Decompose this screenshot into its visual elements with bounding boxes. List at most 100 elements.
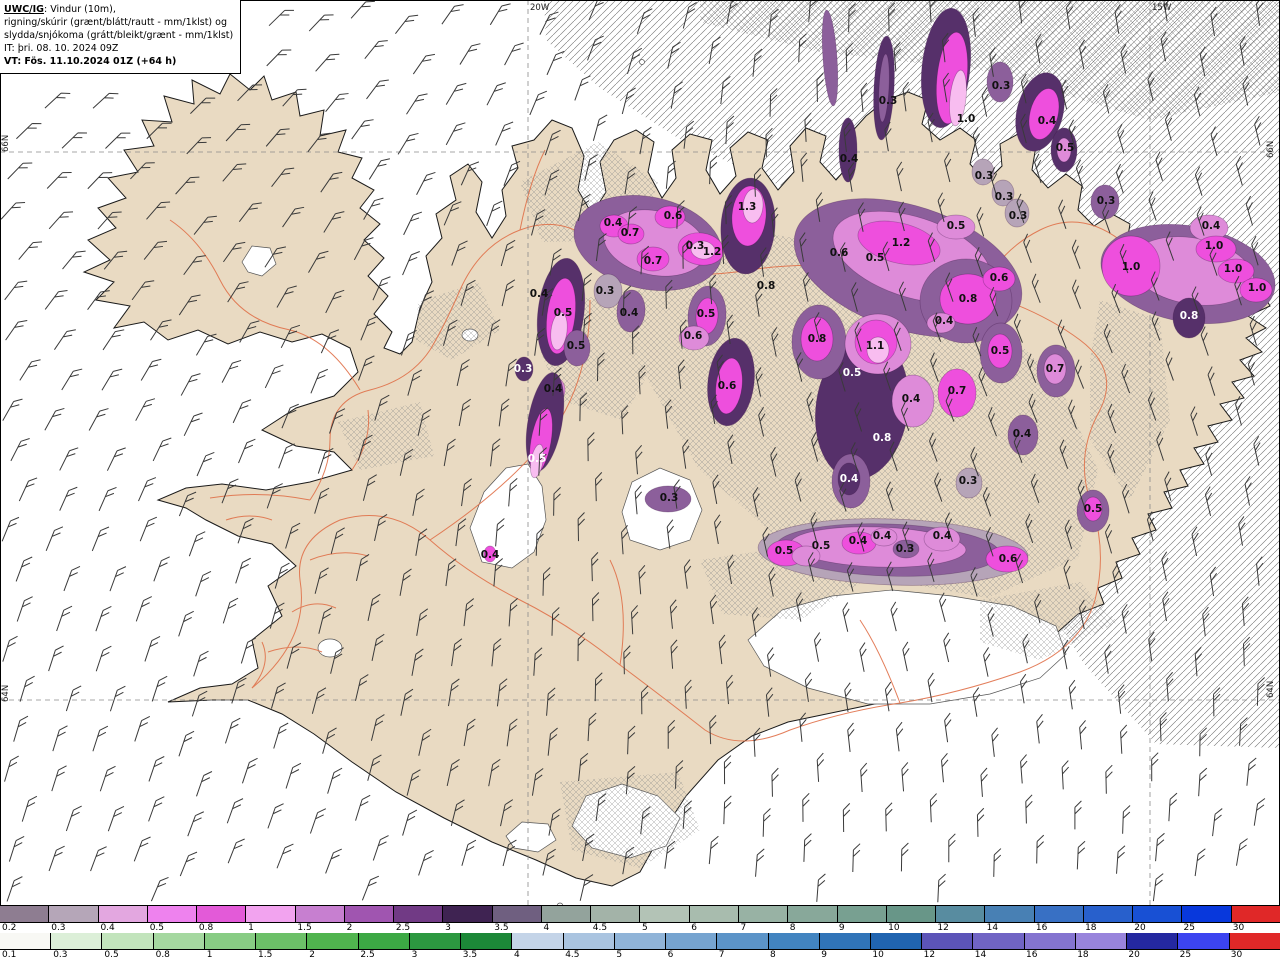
colorbar-tick-label: 0.3	[53, 950, 68, 960]
colorbar-tick-label: 2	[346, 923, 353, 933]
colorbar-tick-label: 1	[248, 923, 254, 933]
colorbar-segment	[492, 906, 542, 922]
colorbar-tick-label: 7	[718, 950, 725, 960]
colorbar-segment	[394, 906, 444, 922]
colorbar-segment	[307, 933, 359, 949]
precip-value-label: 0.7	[644, 255, 663, 267]
colorbar-segment	[936, 906, 986, 922]
precip-value-label: 0.4	[840, 473, 859, 485]
precip-value-label: 0.5	[1084, 503, 1103, 515]
colorbar-tick-label: 30	[1230, 950, 1243, 960]
precip-value-label: 0.6	[990, 272, 1009, 284]
precip-value-label: 0.4	[873, 530, 892, 542]
graticule-label: 64N	[1, 685, 11, 702]
precip-value-label: 0.8	[1180, 310, 1199, 322]
precip-value-label: 0.4	[481, 549, 500, 561]
colorbar-segment	[246, 906, 296, 922]
precip-value-label: 0.7	[948, 385, 967, 397]
precip-value-label: 0.6	[999, 553, 1018, 565]
precip-value-label: 0.5	[843, 367, 862, 379]
colorbar-tick-label: 5	[616, 950, 623, 960]
precip-value-label: 0.8	[757, 280, 776, 292]
colorbar-tick-label: 9	[838, 923, 845, 933]
init-time: IT: þri. 08. 10. 2024 09Z	[4, 43, 119, 55]
colorbar-segment	[640, 906, 690, 922]
precip-value-label: 0.5	[697, 308, 716, 320]
colorbar-segment	[98, 906, 148, 922]
colorbar-tick-label: 5	[642, 923, 648, 933]
colorbar-tick-label: 1	[206, 950, 213, 960]
precip-value-label: 1.0	[1122, 261, 1141, 273]
colorbar-tick-label: 0.3	[51, 923, 66, 933]
precip-value-label: 0.5	[1056, 142, 1075, 154]
precip-value-label: 0.4	[530, 288, 549, 300]
colorbar-segment	[147, 906, 198, 922]
precip-value-label: 0.4	[935, 315, 954, 327]
colorbar-tick-label: 9	[821, 950, 827, 960]
colorbar-tick-label: 1.5	[297, 923, 312, 933]
colorbar-tick-label: 4	[543, 923, 550, 933]
precip-value-label: 0.4	[1013, 428, 1032, 440]
precip-value-label: 0.3	[1009, 210, 1028, 222]
colorbar-tick-label: 18	[1085, 923, 1097, 933]
precip-value-label: 0.5	[866, 252, 885, 264]
colorbar-tick-label: 2	[309, 950, 315, 960]
precip-value-label: 0.8	[873, 432, 892, 444]
colorbar-tick-label: 4.5	[592, 923, 608, 933]
colorbar-segment	[0, 933, 52, 949]
colorbar-tick-label: 14	[974, 950, 987, 960]
colorbar-segment	[591, 906, 641, 922]
precip-value-label: 0.3	[992, 80, 1011, 92]
colorbar-segment	[922, 933, 974, 949]
colorbar-tick-label: 7	[740, 923, 747, 933]
colorbar-segment	[0, 906, 50, 922]
colorbar-segment	[563, 933, 615, 949]
colorbar-segment	[985, 906, 1035, 922]
title-line-1: UWC/IG: Vindur (10m),	[4, 4, 116, 15]
colorbar-tick-label: 0.5	[149, 923, 165, 933]
colorbar-segment	[1229, 933, 1280, 949]
precip-value-label: 0.3	[660, 492, 679, 504]
colorbar-segment	[512, 933, 564, 949]
colorbar-segment	[204, 933, 257, 949]
precip-value-label: 1.3	[738, 201, 757, 213]
colorbar-segment	[788, 906, 838, 922]
colorbar-tick-label: 3.5	[494, 923, 509, 933]
precip-value-label: 0.3	[596, 285, 615, 297]
precip-value-label: 0.4	[902, 393, 921, 405]
sleet-snow-colorbar-cells	[0, 906, 1280, 923]
colorbar-tick-label: 4	[514, 950, 520, 960]
precip-value-label: 0.4	[620, 307, 639, 319]
colorbar-segment	[344, 906, 395, 922]
precip-value-label: 1.0	[957, 113, 976, 125]
colorbar-tick-label: 18	[1077, 950, 1089, 960]
colorbar-tick-label: 10	[872, 950, 884, 960]
colorbar-legend: 0.2 0.3 0.4 0.5 0.8 1 1.5 2 2.5 3 3.5 4 4.5 5 6 7 8 9 10 12…	[0, 905, 1280, 960]
precip-value-label: 1.0	[1224, 263, 1243, 275]
precip-value-label: 0.3	[975, 170, 994, 182]
colorbar-segment	[886, 906, 937, 922]
colorbar-segment	[1133, 906, 1183, 922]
graticule-label: 66N	[1, 135, 11, 152]
colorbar-segment	[102, 933, 154, 949]
precip-value-label: 0.5	[991, 345, 1010, 357]
colorbar-tick-label: 20	[1134, 923, 1146, 933]
rain-colorbar-labels: 0.1 0.3 0.5 0.8 1 1.5 2 2.5 3 3.5 4 4.5 5 6 7 8 9 10 12 14 1…	[0, 950, 1280, 960]
product-code: UWC/IG	[4, 4, 44, 15]
colorbar-tick-label: 8	[770, 950, 776, 960]
colorbar-segment	[1127, 933, 1179, 949]
colorbar-tick-label: 2.5	[360, 950, 375, 960]
colorbar-tick-label: 0.4	[100, 923, 115, 933]
precip-value-label: 0.3	[686, 240, 705, 252]
precip-value-label: 0.4	[933, 530, 952, 542]
precip-value-label: 0.6	[664, 210, 683, 222]
colorbar-segment	[1182, 906, 1232, 922]
title-line-2: rigning/skúrir (grænt/blátt/rautt - mm/1…	[4, 17, 227, 29]
precip-value-label: 1.0	[1205, 240, 1224, 252]
precip-value-label: 1.1	[866, 340, 885, 352]
colorbar-segment	[1034, 906, 1084, 922]
colorbar-tick-label: 4.5	[565, 950, 580, 960]
precip-value-label: 0.3	[879, 95, 898, 107]
colorbar-segment	[819, 933, 871, 949]
colorbar-segment	[689, 906, 739, 922]
